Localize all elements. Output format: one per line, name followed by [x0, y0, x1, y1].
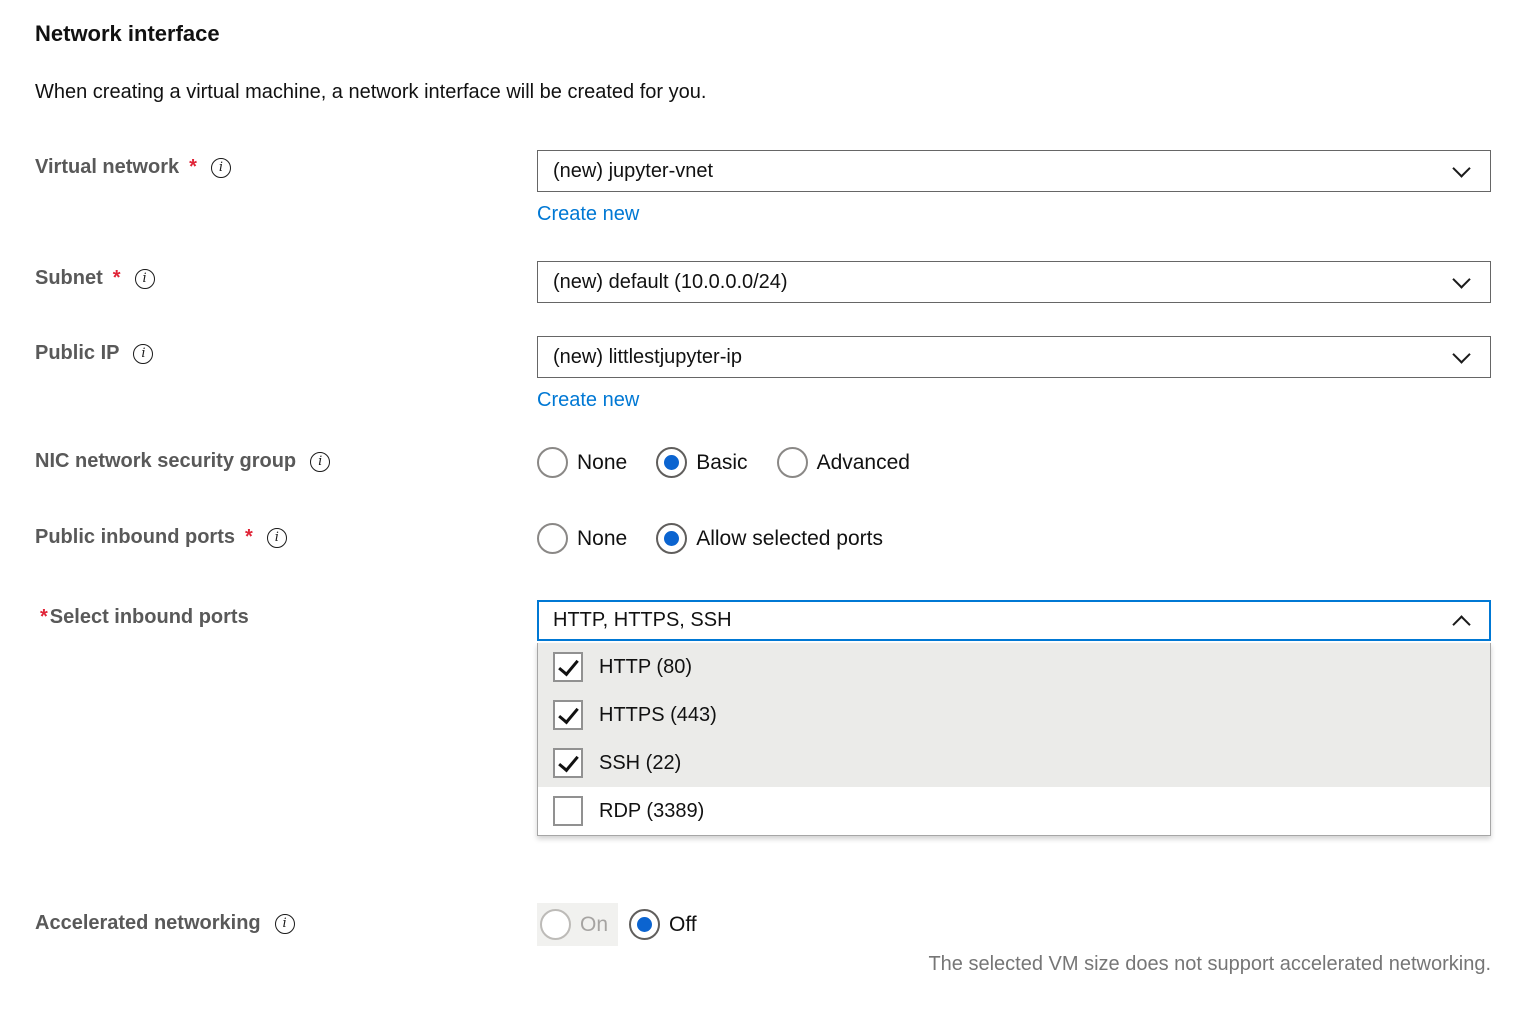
radio-icon[interactable]: [537, 523, 568, 554]
radio-label: Off: [669, 913, 697, 937]
nic-nsg-row: NIC network security group i None Basic …: [35, 447, 1491, 478]
accelerated-networking-control: On Off The selected VM size does not sup…: [537, 903, 1491, 976]
public-ip-row: Public IP i (new) littlestjupyter-ip Cre…: [35, 336, 1491, 412]
subnet-label-wrap: Subnet * i: [35, 261, 537, 290]
accelerated-networking-label-wrap: Accelerated networking i: [35, 903, 537, 935]
chevron-down-icon: [1452, 270, 1470, 288]
subnet-control: (new) default (10.0.0.0/24): [537, 261, 1491, 303]
public-inbound-ports-option-none[interactable]: None: [537, 523, 627, 554]
subnet-label: Subnet * i: [35, 267, 155, 290]
radio-label: Advanced: [817, 451, 910, 475]
radio-icon[interactable]: [537, 447, 568, 478]
nic-nsg-label-wrap: NIC network security group i: [35, 447, 537, 473]
accelerated-networking-option-on: On: [537, 903, 618, 946]
chevron-down-icon: [1452, 159, 1470, 177]
port-option-label: HTTPS (443): [599, 704, 717, 727]
info-icon[interactable]: i: [211, 158, 231, 178]
accelerated-networking-row: Accelerated networking i On Off The sele…: [35, 903, 1491, 976]
checkbox-icon[interactable]: [553, 700, 583, 730]
checkbox-icon[interactable]: [553, 796, 583, 826]
radio-label: Allow selected ports: [696, 527, 883, 551]
public-ip-label: Public IP i: [35, 342, 153, 365]
public-ip-create-new-link[interactable]: Create new: [537, 389, 639, 412]
public-ip-value: (new) littlestjupyter-ip: [553, 346, 742, 369]
public-ip-dropdown[interactable]: (new) littlestjupyter-ip: [537, 336, 1491, 378]
virtual-network-value: (new) jupyter-vnet: [553, 160, 713, 183]
accelerated-networking-label-text: Accelerated networking: [35, 912, 261, 935]
select-inbound-ports-label-text: Select inbound ports: [50, 606, 249, 629]
required-marker: *: [111, 267, 121, 290]
select-inbound-ports-label-wrap: * Select inbound ports: [35, 600, 537, 629]
public-inbound-ports-label-wrap: Public inbound ports * i: [35, 523, 537, 549]
port-option-label: RDP (3389): [599, 800, 704, 823]
accelerated-networking-toggle: On Off: [537, 903, 1491, 946]
public-inbound-ports-option-allow[interactable]: Allow selected ports: [656, 523, 883, 554]
port-option-label: HTTP (80): [599, 656, 692, 679]
info-icon[interactable]: i: [267, 528, 287, 548]
radio-icon[interactable]: [777, 447, 808, 478]
info-icon[interactable]: i: [135, 269, 155, 289]
radio-icon[interactable]: [629, 909, 660, 940]
inbound-ports-dropdown-panel: HTTP (80) HTTPS (443) SSH (22) RDP (3389…: [537, 643, 1491, 836]
public-ip-label-wrap: Public IP i: [35, 336, 537, 365]
subnet-label-text: Subnet: [35, 267, 103, 290]
nic-nsg-label-text: NIC network security group: [35, 450, 296, 473]
port-option-http[interactable]: HTTP (80): [538, 643, 1490, 691]
network-interface-form: Network interface When creating a virtua…: [0, 0, 1532, 1024]
port-option-rdp[interactable]: RDP (3389): [538, 787, 1490, 835]
checkbox-icon[interactable]: [553, 652, 583, 682]
select-inbound-ports-control: HTTP, HTTPS, SSH HTTP (80) HTTPS (443) S…: [537, 600, 1491, 836]
subnet-row: Subnet * i (new) default (10.0.0.0/24): [35, 261, 1491, 303]
public-ip-label-text: Public IP: [35, 342, 119, 365]
radio-label: On: [580, 913, 608, 937]
chevron-down-icon: [1452, 345, 1470, 363]
virtual-network-create-new-link[interactable]: Create new: [537, 203, 639, 226]
nic-nsg-radio-group: None Basic Advanced: [537, 447, 1491, 478]
subnet-dropdown[interactable]: (new) default (10.0.0.0/24): [537, 261, 1491, 303]
page-title: Network interface: [35, 21, 220, 47]
virtual-network-dropdown[interactable]: (new) jupyter-vnet: [537, 150, 1491, 192]
subnet-value: (new) default (10.0.0.0/24): [553, 271, 788, 294]
select-inbound-ports-row: * Select inbound ports HTTP, HTTPS, SSH …: [35, 600, 1491, 836]
page-description: When creating a virtual machine, a netwo…: [35, 81, 706, 104]
public-inbound-ports-row: Public inbound ports * i None Allow sele…: [35, 523, 1491, 554]
radio-icon[interactable]: [656, 447, 687, 478]
accelerated-networking-option-off[interactable]: Off: [626, 903, 707, 946]
public-inbound-ports-radio-group: None Allow selected ports: [537, 523, 1491, 554]
virtual-network-row: Virtual network * i (new) jupyter-vnet C…: [35, 150, 1491, 226]
port-option-ssh[interactable]: SSH (22): [538, 739, 1490, 787]
required-marker: *: [40, 606, 48, 629]
chevron-up-icon: [1452, 615, 1470, 633]
radio-icon: [540, 909, 571, 940]
public-inbound-ports-label: Public inbound ports * i: [35, 526, 287, 549]
virtual-network-control: (new) jupyter-vnet Create new: [537, 150, 1491, 226]
nic-nsg-option-basic[interactable]: Basic: [656, 447, 747, 478]
radio-label: None: [577, 451, 627, 475]
accelerated-networking-label: Accelerated networking i: [35, 912, 295, 935]
radio-icon[interactable]: [656, 523, 687, 554]
public-ip-control: (new) littlestjupyter-ip Create new: [537, 336, 1491, 412]
virtual-network-label: Virtual network * i: [35, 156, 231, 179]
public-inbound-ports-label-text: Public inbound ports: [35, 526, 235, 549]
select-inbound-ports-combobox[interactable]: HTTP, HTTPS, SSH: [537, 600, 1491, 641]
checkbox-icon[interactable]: [553, 748, 583, 778]
select-inbound-ports-label: * Select inbound ports: [40, 606, 249, 629]
radio-label: Basic: [696, 451, 747, 475]
port-option-https[interactable]: HTTPS (443): [538, 691, 1490, 739]
info-icon[interactable]: i: [310, 452, 330, 472]
port-option-label: SSH (22): [599, 752, 681, 775]
required-marker: *: [243, 526, 253, 549]
info-icon[interactable]: i: [133, 344, 153, 364]
required-marker: *: [187, 156, 197, 179]
nic-nsg-option-advanced[interactable]: Advanced: [777, 447, 910, 478]
nic-nsg-option-none[interactable]: None: [537, 447, 627, 478]
virtual-network-label-wrap: Virtual network * i: [35, 150, 537, 179]
info-icon[interactable]: i: [275, 914, 295, 934]
virtual-network-label-text: Virtual network: [35, 156, 179, 179]
select-inbound-ports-value: HTTP, HTTPS, SSH: [553, 609, 732, 632]
radio-label: None: [577, 527, 627, 551]
nic-nsg-label: NIC network security group i: [35, 450, 330, 473]
accelerated-networking-note: The selected VM size does not support ac…: [537, 953, 1491, 976]
